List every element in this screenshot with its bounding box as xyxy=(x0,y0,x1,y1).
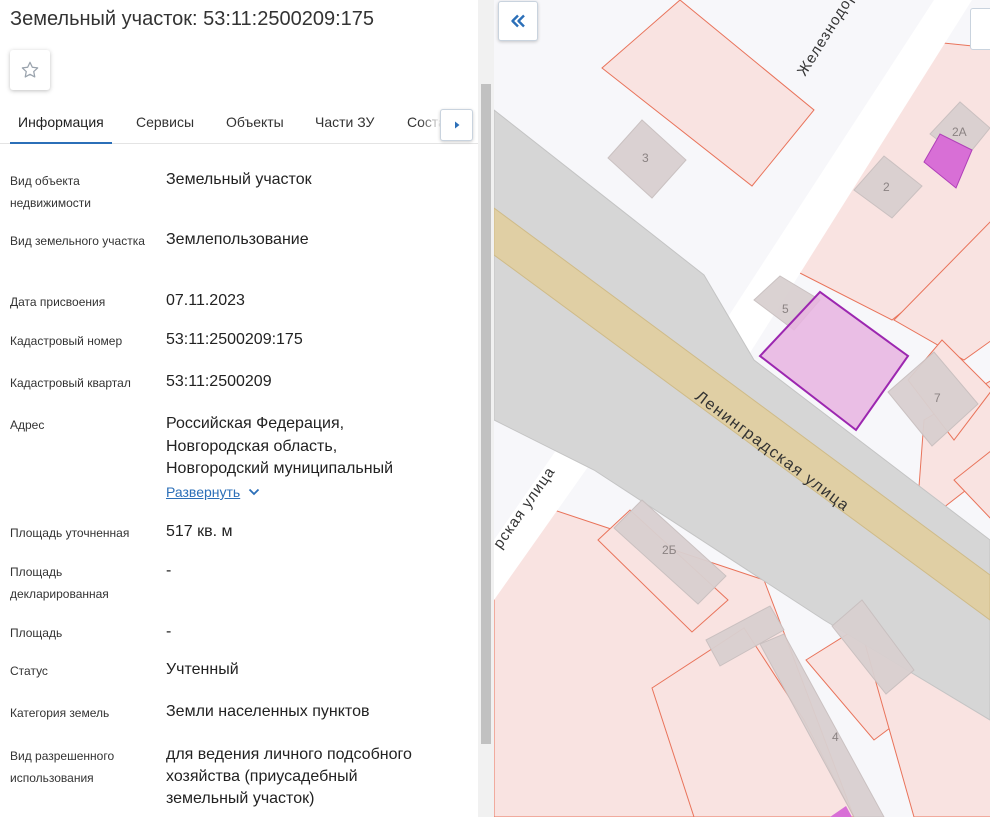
plot-type-label: Вид земельного участка xyxy=(10,234,145,248)
label-house-2: 2 xyxy=(883,180,890,194)
tab-bar: Информация Сервисы Объекты Части ЗУ Сост… xyxy=(0,104,478,144)
label-house-5: 5 xyxy=(782,302,789,316)
double-chevron-left-icon xyxy=(511,14,525,28)
cadastral-map[interactable]: Железнодорожная ул Ленинградская улица р… xyxy=(494,0,990,817)
info-panel: Земельный участок: 53:11:2500209:175 Инф… xyxy=(0,0,478,817)
collapse-panel-button[interactable] xyxy=(498,1,538,41)
plot-type-value: Землепользование xyxy=(166,231,309,248)
label-house-2a: 2А xyxy=(952,125,967,139)
area-value: - xyxy=(166,623,172,640)
panel-scrollbar-thumb[interactable] xyxy=(481,84,491,744)
status-label: Статус xyxy=(10,664,48,678)
tab-services[interactable]: Сервисы xyxy=(136,114,194,130)
active-tab-indicator xyxy=(10,142,112,144)
address-label: Адрес xyxy=(10,418,45,432)
tabs-scroll-right-button[interactable] xyxy=(440,109,473,141)
land-category-value: Земли населенных пунктов xyxy=(166,703,370,720)
address-line-2: Новгородская область, xyxy=(166,438,338,455)
object-type-label: Вид объекта недвижимости xyxy=(10,174,91,210)
date-value: 07.11.2023 xyxy=(166,292,245,309)
label-house-2b: 2Б xyxy=(662,543,677,557)
address-line-1: Российская Федерация, xyxy=(166,415,345,432)
object-type-value: Земельный участок xyxy=(166,171,312,188)
map-canvas[interactable] xyxy=(494,0,990,817)
chevron-right-icon xyxy=(454,121,459,129)
area-label: Площадь xyxy=(10,626,63,640)
favorite-button[interactable] xyxy=(10,50,50,90)
page-title: Земельный участок: 53:11:2500209:175 xyxy=(10,8,375,30)
map-control-button[interactable] xyxy=(970,8,990,50)
star-icon xyxy=(21,61,39,78)
area-declared-value: - xyxy=(166,562,172,579)
date-label: Дата присвоения xyxy=(10,295,106,309)
permitted-use-line-1: для ведения личного подсобного xyxy=(166,746,412,763)
permitted-use-label: Вид разрешенного использования xyxy=(10,749,115,785)
cadastral-quarter-label: Кадастровый квартал xyxy=(10,376,131,390)
area-declared-label: Площадь декларированная xyxy=(10,565,109,601)
permitted-use-line-2: хозяйства (приусадебный xyxy=(166,768,358,785)
cadastral-number-value: 53:11:2500209:175 xyxy=(166,331,303,348)
cadastral-quarter-value: 53:11:2500209 xyxy=(166,373,272,390)
label-house-4: 4 xyxy=(832,730,839,744)
area-refined-label: Площадь уточненная xyxy=(10,526,130,540)
cadastral-number-label: Кадастровый номер xyxy=(10,334,123,348)
tab-fade xyxy=(420,108,442,138)
land-category-label: Категория земель xyxy=(10,706,110,720)
label-house-3: 3 xyxy=(642,151,649,165)
label-house-7: 7 xyxy=(934,391,941,405)
permitted-use-line-3: земельный участок) xyxy=(166,790,315,807)
chevron-down-icon xyxy=(249,488,260,496)
tab-plot-parts[interactable]: Части ЗУ xyxy=(315,114,374,130)
expand-address-link[interactable]: Развернуть xyxy=(166,484,260,500)
tab-objects[interactable]: Объекты xyxy=(226,114,284,130)
expand-address-label: Развернуть xyxy=(166,484,241,500)
address-line-3: Новгородский муниципальный xyxy=(166,460,393,477)
area-refined-value: 517 кв. м xyxy=(166,523,233,540)
tab-information[interactable]: Информация xyxy=(18,114,104,130)
status-value: Учтенный xyxy=(166,661,239,678)
